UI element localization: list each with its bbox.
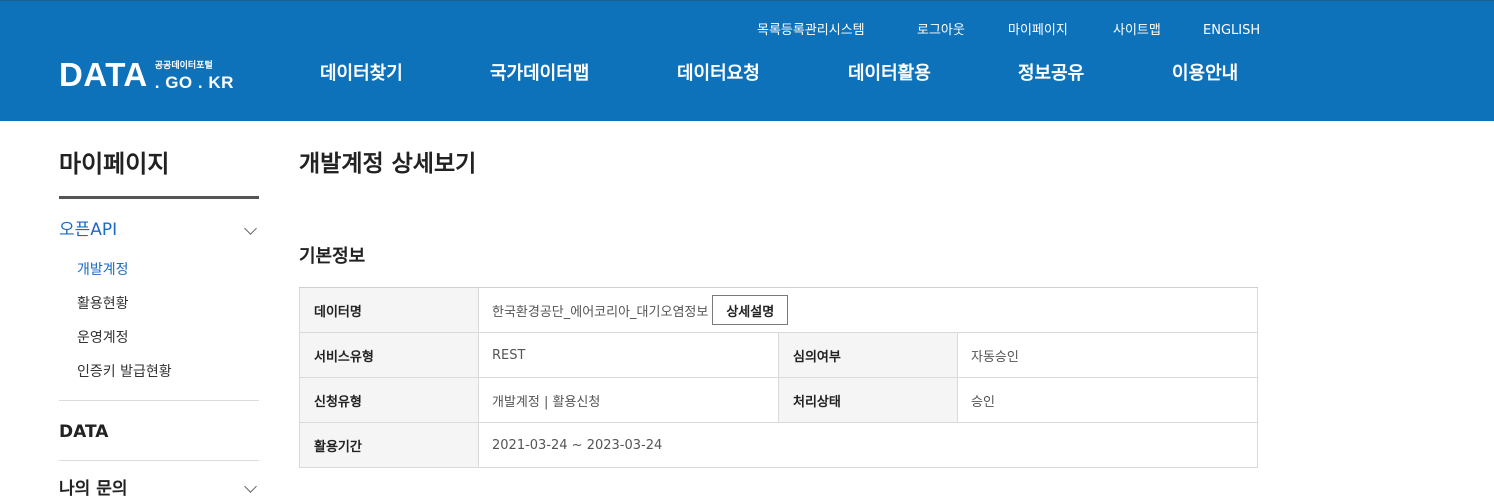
data-name-value: 한국환경공단_에어코리아_대기오염정보 [492, 304, 709, 320]
request-type-value: 개발계정 | 활용신청 [479, 378, 778, 422]
util-link-catalog-system[interactable]: 목록등록관리시스템 [757, 22, 865, 40]
data-name-cell: 한국환경공단_에어코리아_대기오염정보 상세설명 [479, 288, 1258, 332]
review-value: 자동승인 [958, 333, 1258, 377]
nav-guide[interactable]: 이용안내 [1172, 62, 1238, 86]
table-row: 신청유형 개발계정 | 활용신청 처리상태 승인 [299, 378, 1258, 423]
period-label: 활용기간 [299, 423, 479, 467]
table-row: 활용기간 2021-03-24 ~ 2023-03-24 [299, 423, 1258, 468]
util-link-logout[interactable]: 로그아웃 [917, 22, 965, 40]
nav-data-search[interactable]: 데이터찾기 [320, 62, 403, 86]
header-top-border [0, 0, 1494, 1]
site-header: DATA 공공데이터포털 . GO . KR 목록등록관리시스템 로그아웃 마이… [0, 0, 1494, 121]
page-title: 개발계정 상세보기 [299, 151, 477, 177]
sidebar-item-usage-status[interactable]: 활용현황 [77, 294, 129, 314]
site-logo[interactable]: DATA 공공데이터포털 . GO . KR [59, 55, 234, 91]
review-label: 심의여부 [778, 333, 958, 377]
nav-national-data-map[interactable]: 국가데이터맵 [490, 62, 589, 86]
request-type-label: 신청유형 [299, 378, 479, 422]
section-title-basic-info: 기본정보 [299, 246, 366, 267]
service-type-label: 서비스유형 [299, 333, 479, 377]
sidebar-section-data[interactable]: DATA [59, 421, 108, 443]
util-link-mypage[interactable]: 마이페이지 [1008, 22, 1068, 40]
logo-main-text: DATA [59, 56, 148, 93]
util-link-english[interactable]: ENGLISH [1203, 22, 1260, 40]
sidebar-section-open-api[interactable]: 오픈API [59, 219, 117, 241]
table-row: 서비스유형 REST 심의여부 자동승인 [299, 333, 1258, 378]
sidebar-title: 마이페이지 [59, 150, 170, 178]
detail-description-button[interactable]: 상세설명 [712, 295, 789, 325]
sidebar-divider [59, 400, 259, 401]
chevron-down-icon[interactable] [244, 222, 257, 235]
service-type-value: REST [479, 333, 778, 377]
sidebar-divider [59, 460, 259, 461]
data-name-label: 데이터명 [299, 288, 479, 332]
sidebar-item-dev-account[interactable]: 개발계정 [77, 260, 129, 280]
status-value: 승인 [958, 378, 1258, 422]
util-link-sitemap[interactable]: 사이트맵 [1113, 22, 1161, 40]
nav-data-request[interactable]: 데이터요청 [677, 62, 760, 86]
logo-side: 공공데이터포털 . GO . KR [154, 61, 234, 92]
sidebar-section-my-inquiry[interactable]: 나의 문의 [59, 478, 127, 500]
status-label: 처리상태 [778, 378, 958, 422]
chevron-down-icon[interactable] [244, 480, 257, 493]
logo-domain-text: . GO . KR [154, 73, 234, 92]
period-value: 2021-03-24 ~ 2023-03-24 [479, 423, 1258, 467]
nav-info-share[interactable]: 정보공유 [1018, 62, 1084, 86]
basic-info-table: 데이터명 한국환경공단_에어코리아_대기오염정보 상세설명 서비스유형 REST… [299, 287, 1258, 468]
sidebar-item-ops-account[interactable]: 운영계정 [77, 328, 129, 348]
table-row: 데이터명 한국환경공단_에어코리아_대기오염정보 상세설명 [299, 288, 1258, 333]
sidebar-item-key-issuance[interactable]: 인증키 발급현황 [77, 362, 172, 382]
logo-sub-text: 공공데이터포털 [154, 61, 213, 71]
sidebar-title-divider [59, 196, 259, 199]
nav-data-usage[interactable]: 데이터활용 [848, 62, 931, 86]
